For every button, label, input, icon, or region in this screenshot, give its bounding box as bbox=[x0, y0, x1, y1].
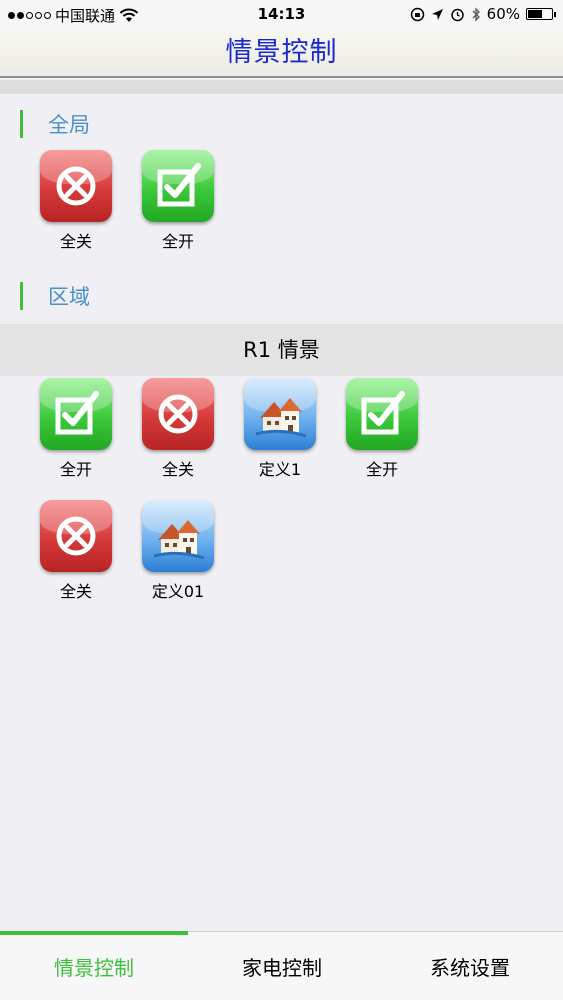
all-off-icon[interactable] bbox=[142, 378, 214, 450]
battery-percent: 60% bbox=[486, 5, 520, 23]
orientation-lock-icon bbox=[410, 7, 424, 21]
section-marker bbox=[20, 110, 23, 138]
section-title-area: 区域 bbox=[48, 285, 90, 309]
tile-label: 全关 bbox=[59, 582, 92, 601]
section-title-global: 全局 bbox=[48, 113, 90, 137]
tile-label: 全开 bbox=[161, 232, 194, 251]
section-header-area: 区域 bbox=[20, 282, 90, 310]
scene-tile-area-custom-01[interactable]: 定义01 bbox=[132, 500, 224, 602]
tab-bar: 情景控制 家电控制 系统设置 bbox=[0, 931, 563, 1000]
scene-tile-area-all-on-2[interactable]: 全开 bbox=[336, 378, 428, 480]
tab-system-settings[interactable]: 系统设置 bbox=[376, 932, 563, 1000]
scene-tile-area-all-off[interactable]: 全关 bbox=[132, 378, 224, 480]
tile-label: 定义1 bbox=[258, 460, 302, 479]
section-header-global: 全局 bbox=[20, 110, 90, 138]
tile-label: 定义01 bbox=[151, 582, 205, 601]
all-on-icon[interactable] bbox=[346, 378, 418, 450]
scene-tile-area-all-on[interactable]: 全开 bbox=[30, 378, 122, 480]
bluetooth-icon bbox=[472, 6, 480, 22]
area-name-header: R1 情景 bbox=[0, 324, 563, 376]
location-icon bbox=[431, 8, 443, 20]
scene-tile-global-all-on[interactable]: 全开 bbox=[132, 150, 224, 252]
tile-label: 全开 bbox=[59, 460, 92, 479]
nav-divider bbox=[0, 80, 563, 94]
scene-tile-area-all-off-2[interactable]: 全关 bbox=[30, 500, 122, 602]
all-off-icon[interactable] bbox=[40, 500, 112, 572]
all-on-icon[interactable] bbox=[142, 150, 214, 222]
tile-label: 全关 bbox=[161, 460, 194, 479]
house-icon[interactable] bbox=[142, 500, 214, 572]
navigation-bar: 情景控制 bbox=[0, 28, 563, 78]
battery-icon bbox=[526, 8, 556, 20]
house-icon[interactable] bbox=[244, 378, 316, 450]
scene-tile-global-all-off[interactable]: 全关 bbox=[30, 150, 122, 252]
tile-label: 全开 bbox=[365, 460, 398, 479]
tile-label: 全关 bbox=[59, 232, 92, 251]
tab-appliance-control[interactable]: 家电控制 bbox=[188, 932, 376, 1000]
all-on-icon[interactable] bbox=[40, 378, 112, 450]
status-right: 60% bbox=[410, 5, 556, 23]
scene-tile-area-custom-1[interactable]: 定义1 bbox=[234, 378, 326, 480]
status-bar: 中国联通 14:13 60% bbox=[0, 0, 563, 28]
battery-fill bbox=[528, 10, 542, 18]
tab-scene-control[interactable]: 情景控制 bbox=[0, 932, 188, 1000]
page-title: 情景控制 bbox=[225, 37, 338, 68]
alarm-icon bbox=[450, 8, 464, 21]
all-off-icon[interactable] bbox=[40, 150, 112, 222]
section-marker bbox=[20, 282, 23, 310]
